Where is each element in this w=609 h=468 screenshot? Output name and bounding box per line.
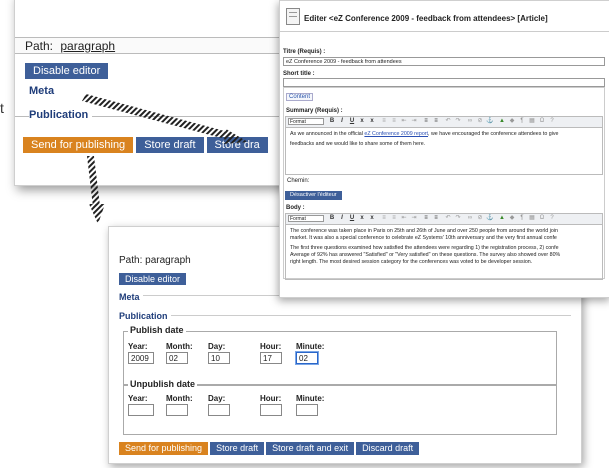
connector-arrows [82, 94, 248, 224]
arrow-to-bottom-panel [87, 156, 105, 224]
arrow-to-right-panel [82, 94, 248, 144]
